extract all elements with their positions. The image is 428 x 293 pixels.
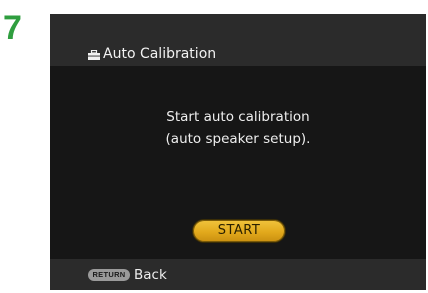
message-line-1: Start auto calibration xyxy=(166,109,310,125)
message-line-2: (auto speaker setup). xyxy=(165,131,311,147)
content-area: Start auto calibration (auto speaker set… xyxy=(50,66,426,259)
tv-screen: Auto Calibration Start auto calibration … xyxy=(50,14,426,290)
header-bar: Auto Calibration xyxy=(50,14,426,66)
instruction-message: Start auto calibration (auto speaker set… xyxy=(50,106,426,150)
step-number: 7 xyxy=(3,9,22,47)
back-label: Back xyxy=(134,267,167,283)
return-key-icon: RETURN xyxy=(88,269,130,281)
page-title: Auto Calibration xyxy=(103,46,217,62)
footer-bar: RETURN Back xyxy=(50,259,426,290)
toolbox-icon xyxy=(88,50,100,60)
start-button[interactable]: START xyxy=(193,220,285,242)
